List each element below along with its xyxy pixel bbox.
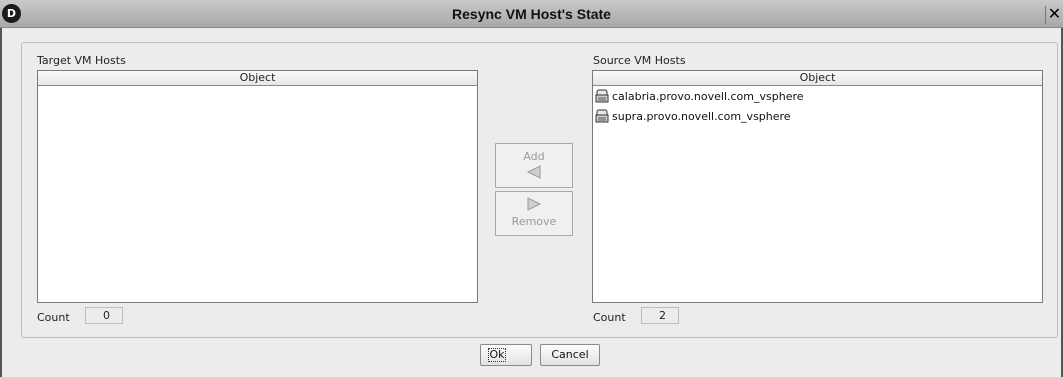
source-object-column-header[interactable]: Object <box>593 71 1042 86</box>
close-icon[interactable]: ✕ <box>1045 6 1063 24</box>
remove-button[interactable]: Remove <box>495 191 573 236</box>
arrow-right-icon <box>527 197 542 211</box>
arrow-left-icon <box>526 165 541 179</box>
host-name: calabria.provo.novell.com_vsphere <box>612 90 804 103</box>
window-title: Resync VM Host's State <box>452 6 611 22</box>
window-border-left <box>0 28 2 377</box>
vm-host-icon <box>595 89 609 103</box>
target-count-label: Count <box>37 311 70 324</box>
source-hosts-list[interactable]: Object calabria.provo.novell.com_vsphere… <box>592 70 1043 303</box>
list-item[interactable]: calabria.provo.novell.com_vsphere <box>595 88 804 106</box>
target-hosts-label: Target VM Hosts <box>37 54 126 67</box>
host-name: supra.provo.novell.com_vsphere <box>612 110 791 123</box>
add-button[interactable]: Add <box>495 143 573 188</box>
hosts-panel: Target VM Hosts Object Count 0 Add Remov… <box>21 42 1058 338</box>
target-object-column-header[interactable]: Object <box>38 71 477 86</box>
title-bar: D Resync VM Host's State ✕ <box>0 0 1063 28</box>
vm-host-icon <box>595 109 609 123</box>
cancel-button[interactable]: Cancel <box>540 344 600 366</box>
remove-button-label: Remove <box>511 215 557 228</box>
ok-button[interactable]: Ok <box>480 344 532 366</box>
source-count-value: 2 <box>641 307 679 324</box>
source-hosts-label: Source VM Hosts <box>593 54 686 67</box>
ok-button-label: Ok <box>488 348 506 362</box>
target-count-value: 0 <box>85 307 123 324</box>
add-button-label: Add <box>523 150 545 163</box>
list-item[interactable]: supra.provo.novell.com_vsphere <box>595 108 791 126</box>
source-count-label: Count <box>593 311 626 324</box>
target-hosts-list[interactable]: Object <box>37 70 478 303</box>
